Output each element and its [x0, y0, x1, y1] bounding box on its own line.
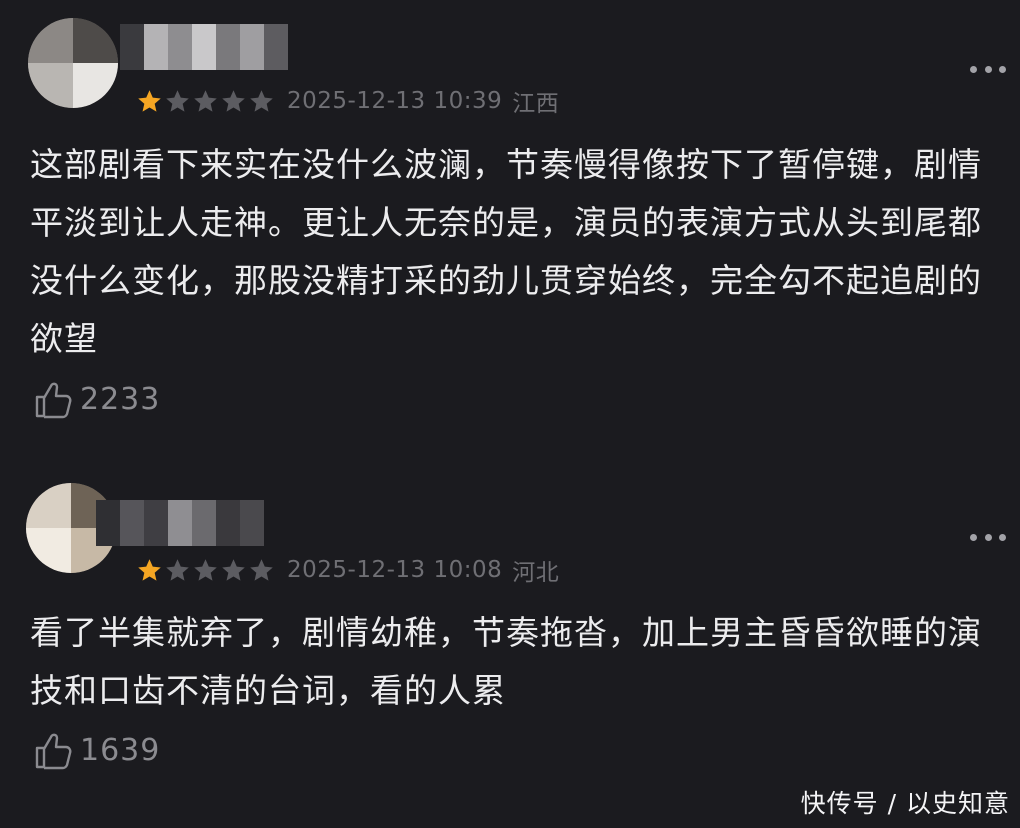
- review-date: 2025-12-13 10:08: [287, 557, 503, 583]
- star-empty-icon: [220, 557, 247, 584]
- review-card: 2025-12-13 10:39 江西 这部剧看下来实在没什么波澜，节奏慢得像按…: [0, 0, 1020, 470]
- star-empty-icon: [220, 88, 247, 115]
- review-location: 江西: [512, 91, 560, 117]
- more-dots-icon: [970, 533, 977, 541]
- star-empty-icon: [164, 557, 191, 584]
- more-options-button[interactable]: [970, 62, 1006, 76]
- review-meta: 2025-12-13 10:08 河北: [136, 555, 560, 586]
- review-text: 这部剧看下来实在没什么波澜，节奏慢得像按下了暂停键，剧情平淡到让人走神。更让人无…: [30, 145, 982, 358]
- more-dots-icon: [970, 65, 977, 73]
- like-count: 2233: [80, 381, 161, 417]
- review-card: 2025-12-13 10:08 河北 看了半集就弃了，剧情幼稚，节奏拖沓，加上…: [0, 470, 1020, 828]
- star-empty-icon: [164, 88, 191, 115]
- star-empty-icon: [248, 557, 275, 584]
- star-filled-icon: [136, 88, 163, 115]
- thumbs-up-icon: [34, 730, 72, 770]
- username-blurred[interactable]: [120, 24, 288, 70]
- username-blurred[interactable]: [96, 500, 264, 546]
- more-options-button[interactable]: [970, 530, 1006, 544]
- review-meta: 2025-12-13 10:39 江西: [136, 86, 560, 117]
- star-empty-icon: [192, 557, 219, 584]
- watermark: 快传号 / 以史知意: [800, 789, 1010, 818]
- like-button[interactable]: 1639: [34, 728, 160, 772]
- star-rating: [136, 557, 275, 584]
- avatar[interactable]: [28, 18, 118, 108]
- like-count: 1639: [80, 732, 161, 768]
- star-empty-icon: [248, 88, 275, 115]
- review-location: 河北: [512, 560, 560, 586]
- like-button[interactable]: 2233: [34, 377, 160, 421]
- star-empty-icon: [192, 88, 219, 115]
- review-text: 看了半集就弃了，剧情幼稚，节奏拖沓，加上男主昏昏欲睡的演技和口齿不清的台词，看的…: [30, 613, 982, 710]
- thumbs-up-icon: [34, 379, 72, 419]
- review-date: 2025-12-13 10:39: [287, 88, 503, 114]
- star-filled-icon: [136, 557, 163, 584]
- star-rating: [136, 88, 275, 115]
